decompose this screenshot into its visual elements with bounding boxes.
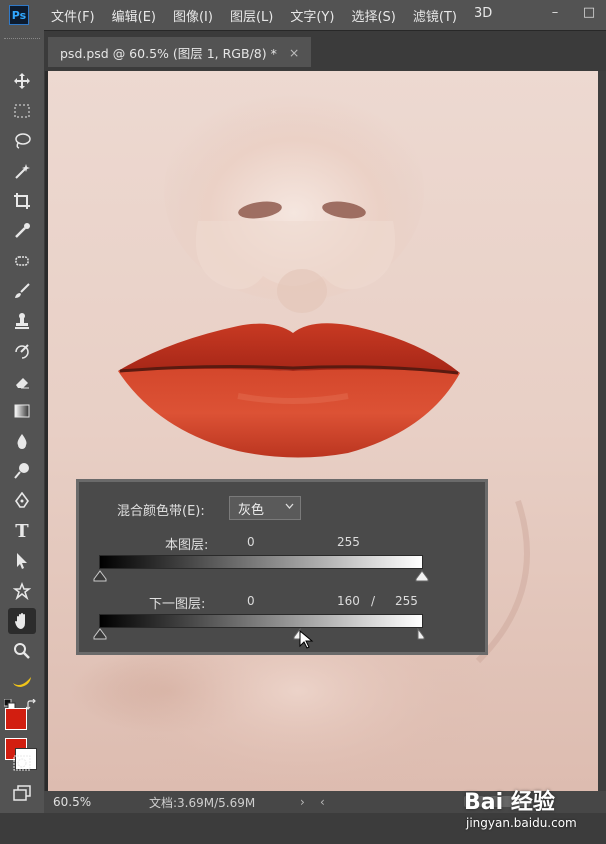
- eyedropper-icon[interactable]: [8, 218, 36, 244]
- shape-icon[interactable]: [8, 578, 36, 604]
- tools-panel: T: [0, 30, 45, 822]
- marquee-icon[interactable]: [8, 98, 36, 124]
- menu-image[interactable]: 图像(I): [173, 6, 213, 25]
- quick-mask-icon[interactable]: [8, 750, 36, 776]
- window-controls: – □: [538, 0, 606, 30]
- vertical-scrollbar[interactable]: [598, 71, 606, 791]
- blend-if-channel-select[interactable]: 灰色: [229, 496, 301, 520]
- this-layer-gradient-bar: [99, 555, 423, 569]
- close-tab-icon[interactable]: ×: [289, 45, 299, 60]
- underlying-layer-label: 下一图层:: [149, 597, 206, 612]
- this-layer-white-value: 255: [337, 535, 360, 549]
- main-menu: 文件(F) 编辑(E) 图像(I) 图层(L) 文字(Y) 选择(S) 滤镜(T…: [51, 6, 509, 25]
- chevron-down-icon: [285, 501, 294, 512]
- underlying-layer-black-value: 0: [247, 594, 255, 608]
- panel-grip[interactable]: [4, 38, 40, 43]
- lasso-icon[interactable]: [8, 128, 36, 154]
- photo-face: [108, 81, 530, 791]
- document-tab-title: psd.psd @ 60.5% (图层 1, RGB/8) *: [60, 45, 277, 61]
- minimize-button[interactable]: –: [538, 0, 572, 24]
- menu-select[interactable]: 选择(S): [351, 6, 395, 25]
- this-layer-black-slider[interactable]: [93, 570, 107, 582]
- scroll-left-icon[interactable]: ‹: [320, 795, 325, 809]
- history-brush-icon[interactable]: [8, 338, 36, 364]
- underlying-layer-separator: /: [371, 594, 376, 608]
- menu-bar: Ps 文件(F) 编辑(E) 图像(I) 图层(L) 文字(Y) 选择(S) 滤…: [0, 0, 606, 30]
- type-icon[interactable]: T: [8, 518, 36, 544]
- healing-brush-icon[interactable]: [8, 248, 36, 274]
- menu-edit[interactable]: 编辑(E): [112, 6, 156, 25]
- maximize-button[interactable]: □: [572, 0, 606, 24]
- clone-stamp-icon[interactable]: [8, 308, 36, 334]
- document-info: 文档:3.69M/5.69M: [149, 795, 256, 810]
- menu-type[interactable]: 文字(Y): [290, 6, 334, 25]
- gradient-icon[interactable]: [8, 398, 36, 424]
- underlying-layer-white-slider[interactable]: [417, 628, 425, 640]
- magic-wand-icon[interactable]: [8, 158, 36, 184]
- this-layer-label: 本图层:: [165, 538, 209, 553]
- underlying-layer-black-slider[interactable]: [93, 628, 107, 640]
- menu-3d[interactable]: 3D: [474, 6, 492, 25]
- zoom-level-field[interactable]: 60.5%: [48, 793, 99, 811]
- pen-icon[interactable]: [8, 488, 36, 514]
- underlying-layer-gradient-bar: [99, 614, 423, 628]
- dodge-icon[interactable]: [8, 458, 36, 484]
- blend-if-label: 混合颜色带(E):: [117, 504, 205, 519]
- banana-icon[interactable]: [8, 668, 36, 694]
- eraser-icon[interactable]: [8, 368, 36, 394]
- document-tab-bar: psd.psd @ 60.5% (图层 1, RGB/8) * ×: [44, 30, 606, 71]
- menu-filter[interactable]: 滤镜(T): [413, 6, 457, 25]
- photoshop-logo[interactable]: Ps: [9, 5, 29, 25]
- watermark-url: jingyan.baidu.com: [466, 816, 577, 830]
- underlying-layer-white-value: 255: [395, 594, 418, 608]
- menu-file[interactable]: 文件(F): [51, 6, 95, 25]
- blend-if-channel-value: 灰色: [238, 502, 265, 518]
- this-layer-black-value: 0: [247, 535, 255, 549]
- status-menu-arrow-icon[interactable]: ›: [300, 795, 305, 809]
- underlying-layer-split-value: 160: [337, 594, 360, 608]
- crop-icon[interactable]: [8, 188, 36, 214]
- foreground-color-swatch-top[interactable]: [5, 708, 27, 730]
- watermark-brand: Bai 经验: [464, 790, 555, 815]
- brush-icon[interactable]: [8, 278, 36, 304]
- path-selection-icon[interactable]: [8, 548, 36, 574]
- screen-mode-icon[interactable]: [8, 780, 36, 806]
- blend-if-panel: 混合颜色带(E): 灰色 本图层: 0 255 下一图层: 0 160 / 25…: [76, 479, 488, 655]
- document-tab[interactable]: psd.psd @ 60.5% (图层 1, RGB/8) * ×: [48, 37, 312, 67]
- menu-layer[interactable]: 图层(L): [230, 6, 273, 25]
- document-canvas[interactable]: [48, 71, 598, 791]
- this-layer-white-slider[interactable]: [415, 570, 429, 582]
- blur-icon[interactable]: [8, 428, 36, 454]
- baidu-jingyan-watermark: Bai 经验 jingyan.baidu.com: [464, 784, 604, 838]
- move-icon[interactable]: [8, 68, 36, 94]
- zoom-icon[interactable]: [8, 638, 36, 664]
- mouse-cursor-icon: [299, 630, 314, 649]
- hand-icon[interactable]: [8, 608, 36, 634]
